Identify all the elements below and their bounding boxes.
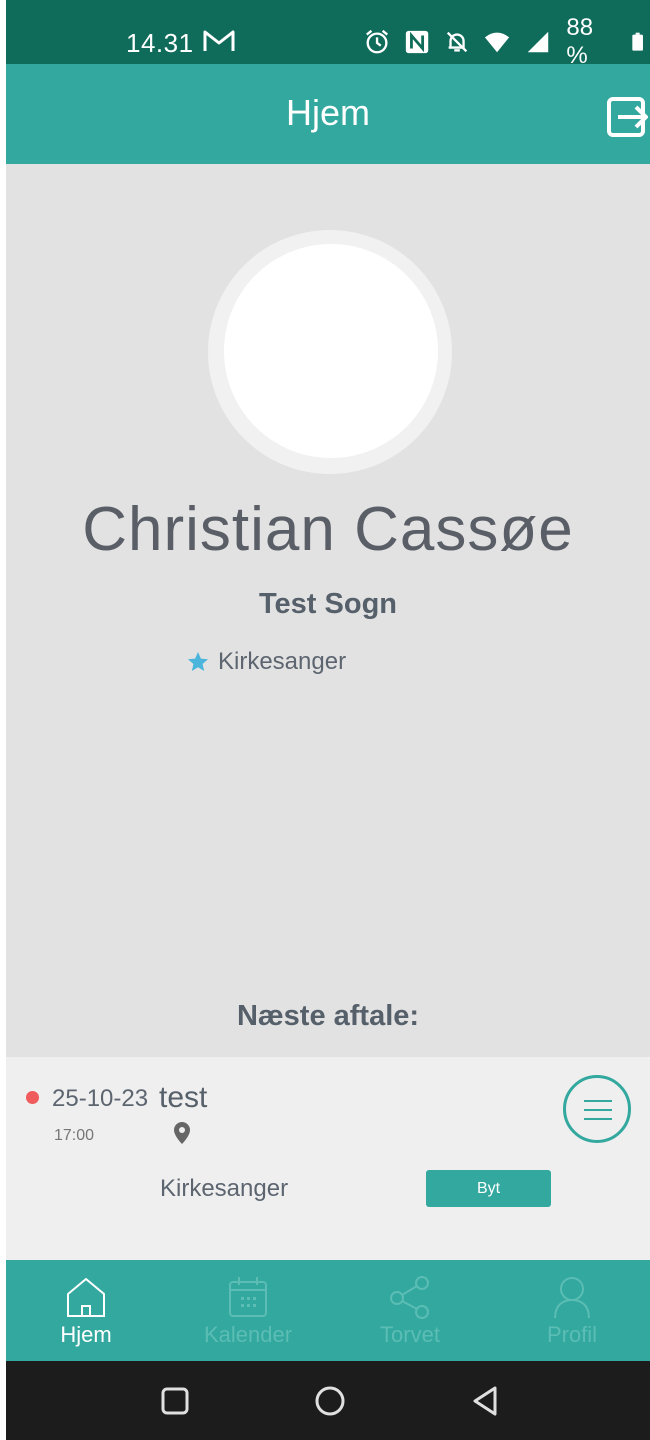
- location-pin-icon[interactable]: [172, 1121, 192, 1145]
- app-screen: 14.31 88 % Hjem Christian Cassøe Test So…: [0, 0, 650, 1440]
- menu-icon-bar: [584, 1100, 612, 1102]
- nfc-icon: [405, 30, 429, 54]
- home-circle-icon[interactable]: [310, 1381, 350, 1421]
- nav-label-market: Torvet: [380, 1322, 440, 1347]
- nav-item-profile[interactable]: Profil: [492, 1260, 650, 1361]
- appointment-title: test: [159, 1081, 208, 1114]
- bell-off-icon: [447, 31, 468, 53]
- status-time: 14.31: [126, 28, 194, 58]
- wifi-icon: [485, 32, 510, 53]
- appointment-role: Kirkesanger: [160, 1175, 289, 1202]
- back-icon[interactable]: [465, 1381, 505, 1421]
- system-navigation-bar: [6, 1361, 650, 1440]
- nav-label-profile: Profil: [546, 1322, 598, 1347]
- avatar[interactable]: [224, 244, 438, 458]
- status-icons: 88 %: [364, 14, 650, 69]
- home-icon: [67, 1277, 105, 1317]
- recent-apps-icon[interactable]: [155, 1381, 195, 1421]
- share-icon: [390, 1276, 429, 1319]
- nav-label-home: Hjem: [60, 1322, 112, 1347]
- nav-item-calendar[interactable]: Kalender: [168, 1260, 328, 1361]
- menu-icon-bar: [584, 1118, 612, 1120]
- menu-icon-bar: [584, 1109, 612, 1111]
- profile-section: Christian Cassøe Test Sogn Kirkesanger N…: [6, 164, 650, 1057]
- calendar-icon: [229, 1277, 267, 1317]
- star-icon: [188, 652, 208, 671]
- next-appointment-heading: Næste aftale:: [236, 1000, 420, 1032]
- avatar-frame: [208, 230, 452, 474]
- battery-icon: [632, 32, 644, 51]
- appointment-time: 17:00: [54, 1127, 95, 1144]
- swap-button[interactable]: Byt: [426, 1170, 551, 1207]
- gmail-icon: [203, 30, 235, 51]
- parish-name: Test Sogn: [258, 588, 398, 620]
- app-bar: Hjem: [6, 64, 650, 164]
- logout-icon[interactable]: [606, 96, 648, 138]
- appointment-date: 25-10-23: [52, 1085, 149, 1112]
- status-bar: 14.31 88 %: [6, 0, 650, 69]
- user-icon: [554, 1277, 590, 1319]
- bottom-navigation: Hjem Kalender Torvet Profil: [6, 1260, 650, 1361]
- nav-item-market[interactable]: Torvet: [330, 1260, 490, 1361]
- role-label: Kirkesanger: [218, 648, 347, 675]
- signal-icon: [528, 31, 549, 53]
- appointment-menu-button[interactable]: [563, 1075, 631, 1143]
- role-row: Kirkesanger: [186, 648, 346, 676]
- nav-label-calendar: Kalender: [203, 1322, 293, 1347]
- alarm-icon: [366, 29, 389, 54]
- nav-item-home[interactable]: Hjem: [6, 1260, 166, 1361]
- appointment-card[interactable]: 25-10-23 test 17:00 Kirkesanger Byt: [6, 1057, 650, 1260]
- page-title: Hjem: [285, 92, 370, 133]
- user-name: Christian Cassøe: [82, 495, 574, 564]
- status-dot: [26, 1091, 39, 1104]
- battery-level: 88 %: [566, 14, 594, 69]
